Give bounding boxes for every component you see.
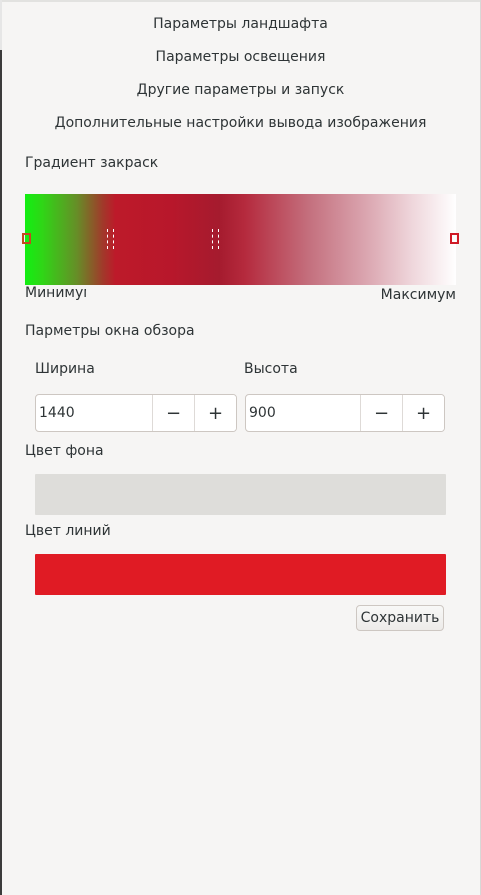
background-color-label: Цвет фона [25,443,104,459]
plus-icon: + [415,402,432,424]
height-decrement-button[interactable]: − [360,395,402,431]
lighting-settings-link[interactable]: Параметры освещения [0,49,481,65]
gradient-min-label: Минимум [25,285,86,301]
gradient-stop-handle[interactable] [450,233,459,244]
window-top-border [0,0,481,2]
height-input[interactable]: 900 [246,395,360,431]
save-button[interactable]: Сохранить [356,605,444,631]
height-label: Высота [244,361,298,377]
width-spinbutton[interactable]: 1440 − + [35,394,237,432]
save-button-label: Сохранить [360,610,440,626]
viewport-title: Парметры окна обзора [25,323,195,339]
width-label: Ширина [35,361,95,377]
window-left-border [0,0,2,895]
gradient-stop-handle[interactable] [212,229,219,249]
line-color-label: Цвет линий [25,523,111,539]
other-settings-link[interactable]: Другие параметры и запуск [0,82,481,98]
gradient-title: Градиент закраск [25,155,159,171]
height-increment-button[interactable]: + [402,395,444,431]
minus-icon: − [373,402,390,424]
width-decrement-button[interactable]: − [152,395,194,431]
width-input[interactable]: 1440 [36,395,152,431]
plus-icon: + [207,402,224,424]
background-color-button[interactable] [35,474,446,515]
height-spinbutton[interactable]: 900 − + [245,394,445,432]
gradient-stop-handle[interactable] [22,233,31,244]
gradient-stop-handle[interactable] [107,229,114,249]
line-color-button[interactable] [35,554,446,595]
width-increment-button[interactable]: + [194,395,236,431]
output-settings-link[interactable]: Дополнительные настройки вывода изображе… [0,115,481,131]
gradient-max-label: Максимум [380,287,456,303]
minus-icon: − [165,402,182,424]
landscape-settings-link[interactable]: Параметры ландшафта [0,16,481,32]
color-gradient-editor[interactable] [22,194,459,285]
